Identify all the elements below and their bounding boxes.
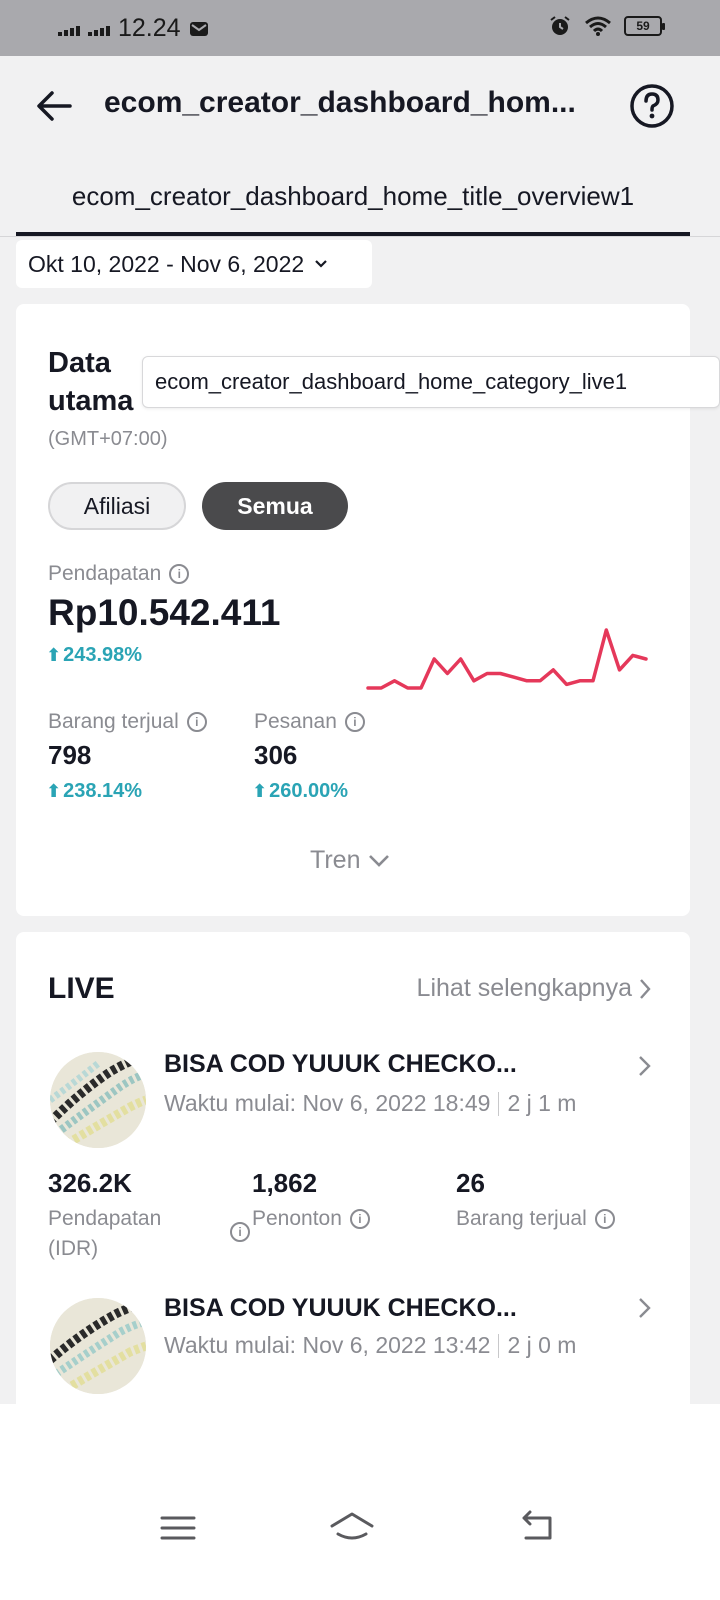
signal-icon-2 — [88, 22, 110, 36]
product-image — [50, 1298, 146, 1394]
signal-icon — [58, 22, 80, 36]
stream-viewers-value: 1,862 — [252, 1168, 318, 1198]
category-popup[interactable]: ecom_creator_dashboard_home_category_liv… — [142, 356, 720, 408]
mail-icon — [189, 21, 208, 36]
live-card: LIVE Lihat selengkapnya BISA COD YUUUK C… — [16, 932, 690, 1404]
chevron-right-icon[interactable] — [632, 1296, 656, 1320]
stream-title[interactable]: BISA COD YUUUK CHECKO... — [164, 1050, 564, 1079]
revenue-value: Rp10.542.411 — [48, 592, 281, 633]
trend-label: Tren — [310, 846, 361, 874]
chevron-down-icon — [315, 260, 327, 268]
stream-meta: Waktu mulai: Nov 6, 2022 18:49 2 j 1 m — [164, 1090, 576, 1117]
info-icon[interactable]: i — [594, 1209, 615, 1229]
divider — [498, 1091, 500, 1116]
status-right: 59 — [548, 14, 665, 38]
menu-icon[interactable] — [154, 1508, 202, 1548]
stream-revenue-label: Pendapatan (IDR) — [48, 1207, 162, 1260]
orders-label: Pesanan — [254, 710, 337, 733]
see-more-link[interactable]: Lihat selengkapnya — [417, 974, 652, 1003]
stream-viewers-label: Penonton — [252, 1207, 342, 1230]
timezone-label: (GMT+07:00) — [48, 428, 168, 450]
info-icon[interactable]: i — [344, 712, 365, 732]
home-icon[interactable] — [328, 1508, 376, 1548]
tab-divider — [0, 236, 720, 237]
revenue-label-row: Pendapatan i — [48, 562, 190, 586]
stream-duration: 2 j 1 m — [507, 1090, 577, 1116]
see-more-label: Lihat selengkapnya — [416, 974, 632, 1002]
chevron-down-icon — [369, 854, 390, 867]
filter-all-label: Semua — [237, 492, 313, 519]
revenue-change: ⬆ 243.98% — [46, 644, 142, 667]
stream-meta: Waktu mulai: Nov 6, 2022 13:42 2 j 0 m — [164, 1332, 576, 1359]
tab-overview[interactable]: ecom_creator_dashboard_home_title_overvi… — [16, 166, 690, 236]
page-title: ecom_creator_dashboard_hom... — [104, 86, 576, 119]
trend-toggle[interactable]: Tren — [310, 846, 390, 875]
items-sold-change: ⬆ 238.14% — [46, 780, 142, 803]
filter-all[interactable]: Semua — [202, 482, 348, 530]
top-bar: ecom_creator_dashboard_hom... ecom_creat… — [0, 56, 720, 236]
filter-affiliate-label: Afiliasi — [83, 492, 151, 519]
date-range-label: Okt 10, 2022 - Nov 6, 2022 — [28, 250, 305, 277]
items-sold-label-row: Barang terjual i — [48, 710, 207, 734]
wifi-icon — [585, 16, 611, 36]
stream-thumbnail[interactable] — [50, 1052, 146, 1148]
back-arrow-icon[interactable] — [30, 82, 78, 130]
stream-viewers-label-row: Penonton i — [252, 1204, 370, 1234]
items-sold-change-value: 238.14% — [63, 780, 143, 802]
arrow-up-icon: ⬆ — [46, 781, 62, 801]
revenue-label: Pendapatan — [48, 562, 162, 585]
sparkline-series — [366, 628, 648, 690]
revenue-sparkline — [366, 628, 648, 690]
live-section-title: LIVE — [48, 972, 115, 1005]
stream-title[interactable]: BISA COD YUUUK CHECKO... — [164, 1294, 564, 1323]
info-icon[interactable]: i — [169, 564, 190, 584]
stream-items-sold-label: Barang terjual — [456, 1207, 587, 1230]
orders-value: 306 — [254, 740, 298, 770]
items-sold-label: Barang terjual — [48, 710, 179, 733]
stream-items-sold-value: 26 — [456, 1168, 485, 1198]
chevron-right-icon[interactable] — [632, 1054, 656, 1078]
divider — [498, 1333, 500, 1358]
date-range-selector[interactable]: Okt 10, 2022 - Nov 6, 2022 — [16, 240, 372, 288]
orders-change-value: 260.00% — [269, 780, 349, 802]
help-icon[interactable] — [628, 82, 676, 130]
system-nav-bar — [0, 1404, 720, 1600]
stream-thumbnail[interactable] — [50, 1298, 146, 1394]
section-title: Data utama — [48, 347, 134, 417]
status-bar: 12.24 59 — [0, 0, 720, 56]
orders-change: ⬆ 260.00% — [252, 780, 348, 803]
battery-level: 59 — [636, 19, 650, 33]
orders-label-row: Pesanan i — [254, 710, 365, 734]
info-icon[interactable]: i — [230, 1222, 250, 1242]
product-image — [50, 1052, 146, 1148]
back-icon[interactable] — [514, 1508, 562, 1548]
stream-duration: 2 j 0 m — [507, 1332, 577, 1358]
alarm-icon — [550, 16, 570, 35]
filter-affiliate[interactable]: Afiliasi — [48, 482, 186, 530]
status-left: 12.24 — [58, 14, 209, 43]
stream-items-sold-label-row: Barang terjual i — [456, 1204, 615, 1234]
status-time: 12.24 — [118, 14, 181, 42]
items-sold-value: 798 — [48, 740, 92, 770]
revenue-change-value: 243.98% — [63, 644, 143, 666]
stream-start-time: Waktu mulai: Nov 6, 2022 18:49 — [164, 1090, 491, 1116]
stream-start-time: Waktu mulai: Nov 6, 2022 13:42 — [164, 1332, 491, 1358]
battery-icon: 59 — [624, 16, 665, 36]
stream-revenue-value: 326.2K — [48, 1168, 132, 1198]
info-icon[interactable]: i — [349, 1209, 370, 1229]
chevron-right-icon — [640, 978, 651, 999]
info-icon[interactable]: i — [186, 712, 207, 732]
arrow-up-icon: ⬆ — [46, 645, 62, 665]
arrow-up-icon: ⬆ — [252, 781, 268, 801]
